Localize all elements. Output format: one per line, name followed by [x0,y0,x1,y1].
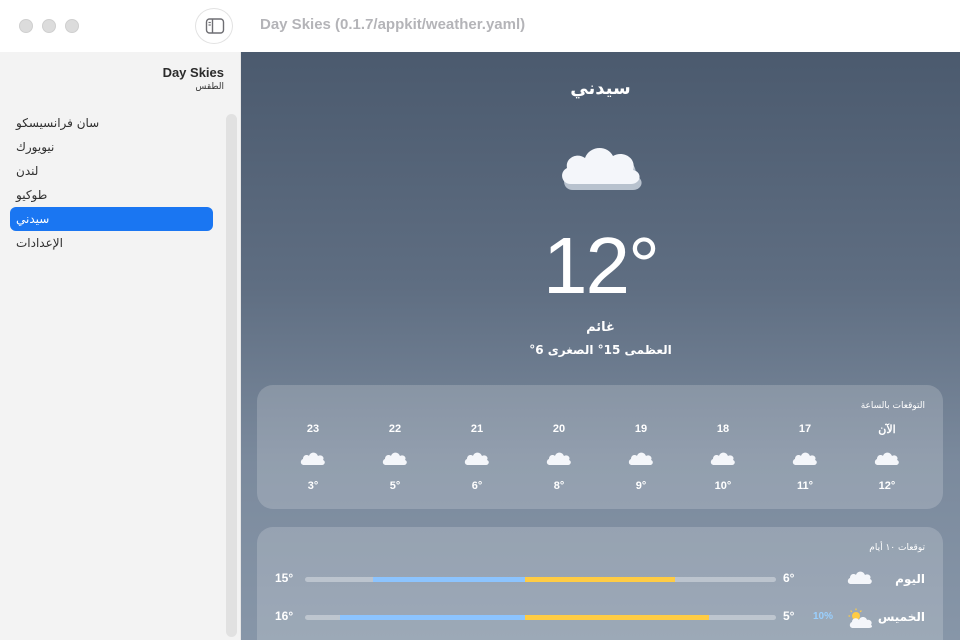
sidebar-item-san-francisco[interactable]: سان فرانسيسكو [10,111,213,135]
hour-temperature: 6° [471,480,483,492]
temperature-range-warm [525,615,709,620]
cloud-icon [382,451,408,471]
hour-temperature: 3° [307,480,319,492]
cloud-icon [464,451,490,471]
temperature-range-cold [340,615,525,620]
sidebar: Day Skies الطقس سان فرانسيسكو نيويورك لن… [0,52,241,640]
hourly-forecast-title: التوقعات بالساعة [860,401,925,411]
hour-temperature: 8° [553,480,565,492]
day-high-temperature: 16° [275,609,294,623]
hour-label: 17 [798,423,812,435]
day-high-temperature: 15° [275,571,294,585]
hour-label: 21 [470,423,484,435]
daily-forecast-card: توقعات ١٠ أيام اليوم 6° 15° الخميس 10% 5° 16° [257,527,943,640]
app-window: Day Skies (0.1.7/appkit/weather.yaml) Da… [0,0,960,640]
app-name: Day Skies [162,65,224,80]
precipitation-chance: 10% [813,611,834,622]
current-temperature: 12° [543,221,660,310]
hour-label: 23 [306,423,320,435]
sidebar-nav: سان فرانسيسكو نيويورك لندن طوكيو سيدني ا… [10,111,213,255]
close-window-button[interactable] [19,19,33,33]
hour-label: 22 [388,423,402,435]
sidebar-item-new-york[interactable]: نيويورك [10,135,213,159]
app-subtitle: الطقس [195,82,224,92]
daily-row[interactable]: اليوم 6° 15° [257,567,943,591]
city-name: سيدني [570,78,631,99]
cloud-icon [874,451,900,471]
hourly-forecast-card: التوقعات بالساعة الآن 12° 17 11° 18 10° 19 9° 20… [257,385,943,509]
daily-row[interactable]: الخميس 10% 5° 16° [257,605,943,629]
cloud-icon [562,147,642,190]
toggle-sidebar-button[interactable] [195,8,233,44]
current-condition: غائم [586,320,615,335]
cloud-icon [710,451,736,471]
temperature-range-bar [305,577,776,582]
temperature-range-bar [305,615,776,620]
day-low-temperature: 5° [783,609,795,623]
sidebar-item-sydney[interactable]: سيدني [10,207,213,231]
hour-label: 18 [716,423,730,435]
weather-detail: سيدني 12° غائم العظمى 15° الصغرى 6° التو… [241,52,960,640]
temperature-range-cold [373,577,525,582]
day-name: الخميس [877,610,925,624]
hour-temperature: 5° [389,480,401,492]
sidebar-scrollbar[interactable] [226,114,237,637]
temperature-range-warm [525,577,675,582]
high-low-temperature: العظمى 15° الصغرى 6° [529,343,672,357]
zoom-window-button[interactable] [65,19,79,33]
hour-temperature: 11° [796,480,814,492]
hour-temperature: 10° [714,480,732,492]
day-low-temperature: 6° [783,571,795,585]
title-bar: Day Skies (0.1.7/appkit/weather.yaml) [0,0,960,52]
cloud-icon [847,570,873,590]
window-title: Day Skies (0.1.7/appkit/weather.yaml) [260,16,526,33]
partly-cloudy-icon [847,608,873,634]
minimize-window-button[interactable] [42,19,56,33]
hour-label: الآن [878,424,896,436]
sidebar-item-tokyo[interactable]: طوكيو [10,183,213,207]
cloud-icon [300,451,326,471]
hour-label: 19 [634,423,648,435]
day-name: اليوم [895,572,925,586]
cloud-icon [546,451,572,471]
sidebar-item-london[interactable]: لندن [10,159,213,183]
daily-forecast-title: توقعات ١٠ أيام [869,543,925,553]
hour-temperature: 12° [878,480,896,492]
cloud-icon [628,451,654,471]
sidebar-item-settings[interactable]: الإعدادات [10,231,213,255]
hour-label: 20 [552,423,566,435]
cloud-icon [792,451,818,471]
sidebar-icon [205,18,225,34]
hour-temperature: 9° [635,480,647,492]
